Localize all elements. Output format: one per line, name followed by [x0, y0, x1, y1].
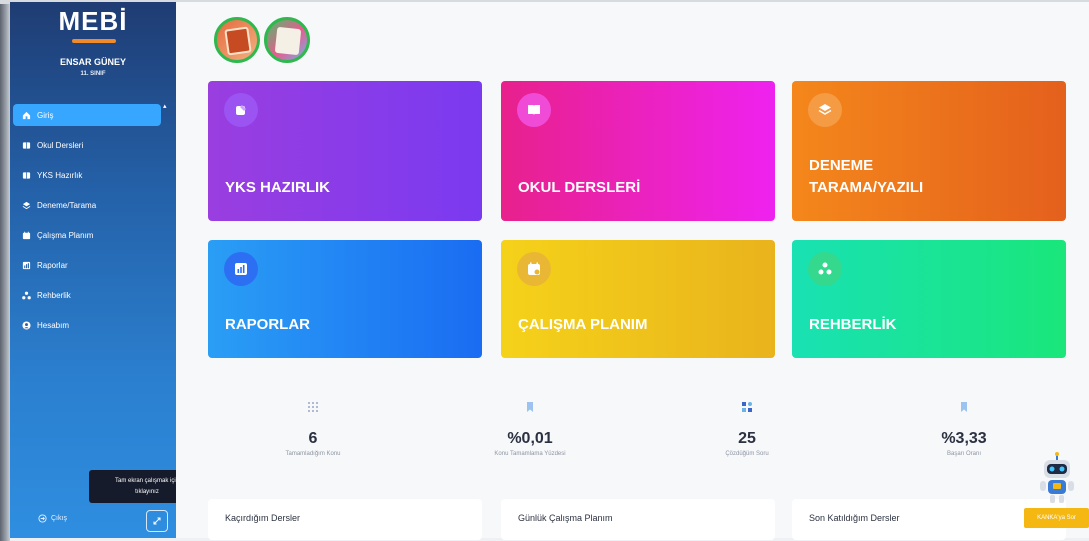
- avatar[interactable]: [214, 17, 260, 63]
- expand-icon: [153, 517, 161, 525]
- stat-label: Tamamladığım Konu: [285, 451, 341, 457]
- bookmark-icon: [523, 400, 537, 414]
- grid-dots-icon: [306, 400, 320, 414]
- avatar[interactable]: [264, 17, 310, 63]
- pen-icon: [224, 93, 258, 127]
- stat-value: 25: [738, 430, 756, 447]
- book-icon: [21, 170, 31, 180]
- panel-missed-lessons[interactable]: Kaçırdığım Dersler: [208, 499, 482, 540]
- stat-completed-topics: 6 Tamamladığım Konu: [208, 385, 418, 477]
- stat-completion-percent: %0,01 Konu Tamamlama Yüzdesi: [425, 385, 635, 477]
- chart-icon: [224, 252, 258, 286]
- card-okul-dersleri[interactable]: OKUL DERSLERİ: [501, 81, 775, 221]
- card-title: DENEME TARAMA/YAZILI: [809, 157, 924, 196]
- main-content: YKS HAZIRLIK OKUL DERSLERİ DENEME TARAMA…: [176, 2, 1089, 540]
- card-title: ÇALIŞMA PLANIM: [518, 316, 648, 333]
- card-title: REHBERLİK: [809, 316, 897, 333]
- sidebar-item-label: Deneme/Tarama: [37, 200, 97, 210]
- network-icon: [21, 290, 31, 300]
- sidebar-item-label: Giriş: [37, 110, 54, 120]
- sidebar-item-calisma-planim[interactable]: Çalışma Planım: [13, 224, 161, 246]
- app-logo[interactable]: MEBİ: [10, 6, 176, 37]
- sidebar-item-rehberlik[interactable]: Rehberlik: [13, 284, 161, 306]
- sidebar-item-hesabim[interactable]: Hesabım: [13, 314, 161, 336]
- window-edge-shadow: [0, 0, 10, 541]
- sidebar-collapse-caret-icon[interactable]: ▴: [163, 102, 167, 110]
- panel-title: Günlük Çalışma Planım: [518, 513, 613, 523]
- avatar-image: [274, 26, 302, 56]
- sidebar-menu: Giriş Okul Dersleri YKS Hazırlık Deneme/…: [13, 104, 161, 344]
- sidebar-item-label: Okul Dersleri: [37, 140, 84, 150]
- sidebar-item-okul-dersleri[interactable]: Okul Dersleri: [13, 134, 161, 156]
- home-icon: [21, 110, 31, 120]
- open-book-icon: [517, 93, 551, 127]
- book-icon: [21, 140, 31, 150]
- layers-icon: [808, 93, 842, 127]
- panel-title: Son Katıldığım Dersler: [809, 513, 900, 523]
- shapes-icon: [740, 400, 754, 414]
- stats-row: 6 Tamamladığım Konu %0,01 Konu Tamamlama…: [208, 385, 1069, 477]
- calendar-icon: [21, 230, 31, 240]
- panel-title: Kaçırdığım Dersler: [225, 513, 301, 523]
- sidebar-item-label: Hesabım: [37, 320, 70, 330]
- card-title: RAPORLAR: [225, 316, 310, 333]
- logout-button[interactable]: Çıkış: [38, 514, 67, 523]
- card-deneme-tarama[interactable]: DENEME TARAMA/YAZILI: [792, 81, 1066, 221]
- sidebar-item-label: YKS Hazırlık: [37, 170, 83, 180]
- stat-label: Çözdüğüm Soru: [725, 451, 769, 457]
- calendar-icon: [517, 252, 551, 286]
- card-title: OKUL DERSLERİ: [518, 179, 641, 196]
- sidebar: MEBİ ENSAR GÜNEY 11. SINIF ▴ Giriş Okul …: [10, 2, 176, 538]
- avatar-image: [224, 26, 252, 56]
- sidebar-item-label: Çalışma Planım: [37, 230, 94, 240]
- ask-assistant-button[interactable]: KANKA'ya Sor: [1024, 508, 1089, 528]
- sidebar-item-yks-hazirlik[interactable]: YKS Hazırlık: [13, 164, 161, 186]
- chart-icon: [21, 260, 31, 270]
- stat-value: %3,33: [941, 430, 987, 447]
- stat-solved-questions: 25 Çözdüğüm Soru: [642, 385, 852, 477]
- card-yks-hazirlik[interactable]: YKS HAZIRLIK: [208, 81, 482, 221]
- robot-assistant-icon[interactable]: [1036, 452, 1078, 506]
- network-icon: [808, 252, 842, 286]
- panel-daily-plan[interactable]: Günlük Çalışma Planım: [501, 499, 775, 540]
- user-name: ENSAR GÜNEY: [59, 57, 126, 67]
- logo-underline: [72, 39, 116, 43]
- sidebar-item-raporlar[interactable]: Raporlar: [13, 254, 161, 276]
- card-calisma-planim[interactable]: ÇALIŞMA PLANIM: [501, 240, 775, 358]
- card-rehberlik[interactable]: REHBERLİK: [792, 240, 1066, 358]
- card-raporlar[interactable]: RAPORLAR: [208, 240, 482, 358]
- logout-icon: [38, 514, 47, 523]
- sidebar-item-giris[interactable]: Giriş: [13, 104, 161, 126]
- sidebar-item-label: Raporlar: [37, 260, 68, 270]
- logout-label: Çıkış: [51, 515, 67, 522]
- sidebar-item-label: Rehberlik: [37, 290, 71, 300]
- stat-value: %0,01: [507, 430, 553, 447]
- user-class: 11. SINIF: [80, 71, 106, 77]
- sidebar-item-deneme-tarama[interactable]: Deneme/Tarama: [13, 194, 161, 216]
- stat-label: Konu Tamamlama Yüzdesi: [494, 451, 566, 457]
- card-title: YKS HAZIRLIK: [225, 179, 330, 196]
- user-icon: [21, 320, 31, 330]
- bookmark-icon: [957, 400, 971, 414]
- stat-value: 6: [308, 430, 318, 447]
- fullscreen-button[interactable]: [146, 510, 168, 532]
- layers-icon: [21, 200, 31, 210]
